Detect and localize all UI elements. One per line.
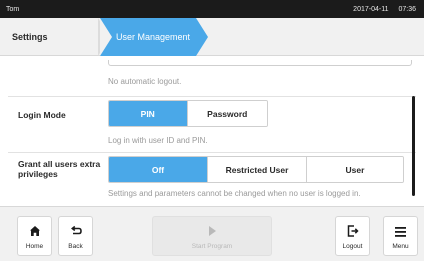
home-label: Home bbox=[25, 243, 44, 250]
back-label: Back bbox=[68, 243, 83, 250]
back-arrow-icon bbox=[70, 225, 82, 235]
privileges-user-option[interactable]: User bbox=[306, 157, 403, 182]
status-time: 07:36 bbox=[398, 5, 416, 13]
login-mode-label: Login Mode bbox=[18, 110, 66, 120]
privileges-hint: Settings and parameters cannot be change… bbox=[108, 189, 361, 198]
auto-logout-hint: No automatic logout. bbox=[108, 77, 182, 86]
privileges-off-option[interactable]: Off bbox=[109, 157, 207, 182]
section-divider bbox=[8, 152, 416, 153]
back-button[interactable]: Back bbox=[58, 216, 93, 256]
auto-logout-control-partial[interactable] bbox=[108, 60, 412, 66]
logout-button[interactable]: Logout bbox=[335, 216, 370, 256]
status-bar: Tom 2017-04-11 07:36 bbox=[0, 0, 424, 18]
breadcrumb-active-arrow bbox=[196, 18, 208, 56]
current-user: Tom bbox=[6, 5, 20, 13]
login-mode-pin-option[interactable]: PIN bbox=[109, 101, 187, 126]
play-icon bbox=[209, 226, 216, 236]
breadcrumb-notch bbox=[100, 18, 112, 56]
login-mode-password-option[interactable]: Password bbox=[186, 101, 267, 126]
home-button[interactable]: Home bbox=[17, 216, 52, 256]
breadcrumb-user-management: User Management bbox=[100, 18, 196, 56]
logout-label: Logout bbox=[342, 243, 363, 250]
start-program-label: Start Program bbox=[191, 243, 233, 250]
scrollbar-thumb[interactable] bbox=[412, 96, 415, 196]
home-icon bbox=[29, 226, 40, 236]
privileges-restricted-user-option[interactable]: Restricted User bbox=[207, 157, 306, 182]
privileges-label: Grant all users extra privileges bbox=[18, 159, 101, 179]
menu-label: Menu bbox=[392, 243, 409, 250]
menu-button[interactable]: Menu bbox=[383, 216, 418, 256]
scrollbar[interactable] bbox=[412, 64, 416, 198]
settings-list[interactable]: No automatic logout. Login Mode PIN Pass… bbox=[8, 60, 416, 202]
login-mode-selector: PIN Password bbox=[108, 100, 268, 127]
bottom-nav-bar: Home Back Start Program Logout Menu bbox=[0, 206, 424, 261]
login-mode-hint: Log in with user ID and PIN. bbox=[108, 136, 208, 145]
privileges-selector: Off Restricted User User bbox=[108, 156, 404, 183]
logout-icon bbox=[347, 225, 359, 237]
status-date: 2017-04-11 bbox=[353, 5, 389, 13]
section-divider bbox=[8, 96, 416, 97]
status-datetime: 2017-04-11 07:36 bbox=[353, 6, 416, 13]
breadcrumb: Settings User Management bbox=[0, 18, 424, 56]
start-program-button[interactable]: Start Program bbox=[152, 216, 272, 256]
hamburger-menu-icon bbox=[395, 227, 406, 237]
